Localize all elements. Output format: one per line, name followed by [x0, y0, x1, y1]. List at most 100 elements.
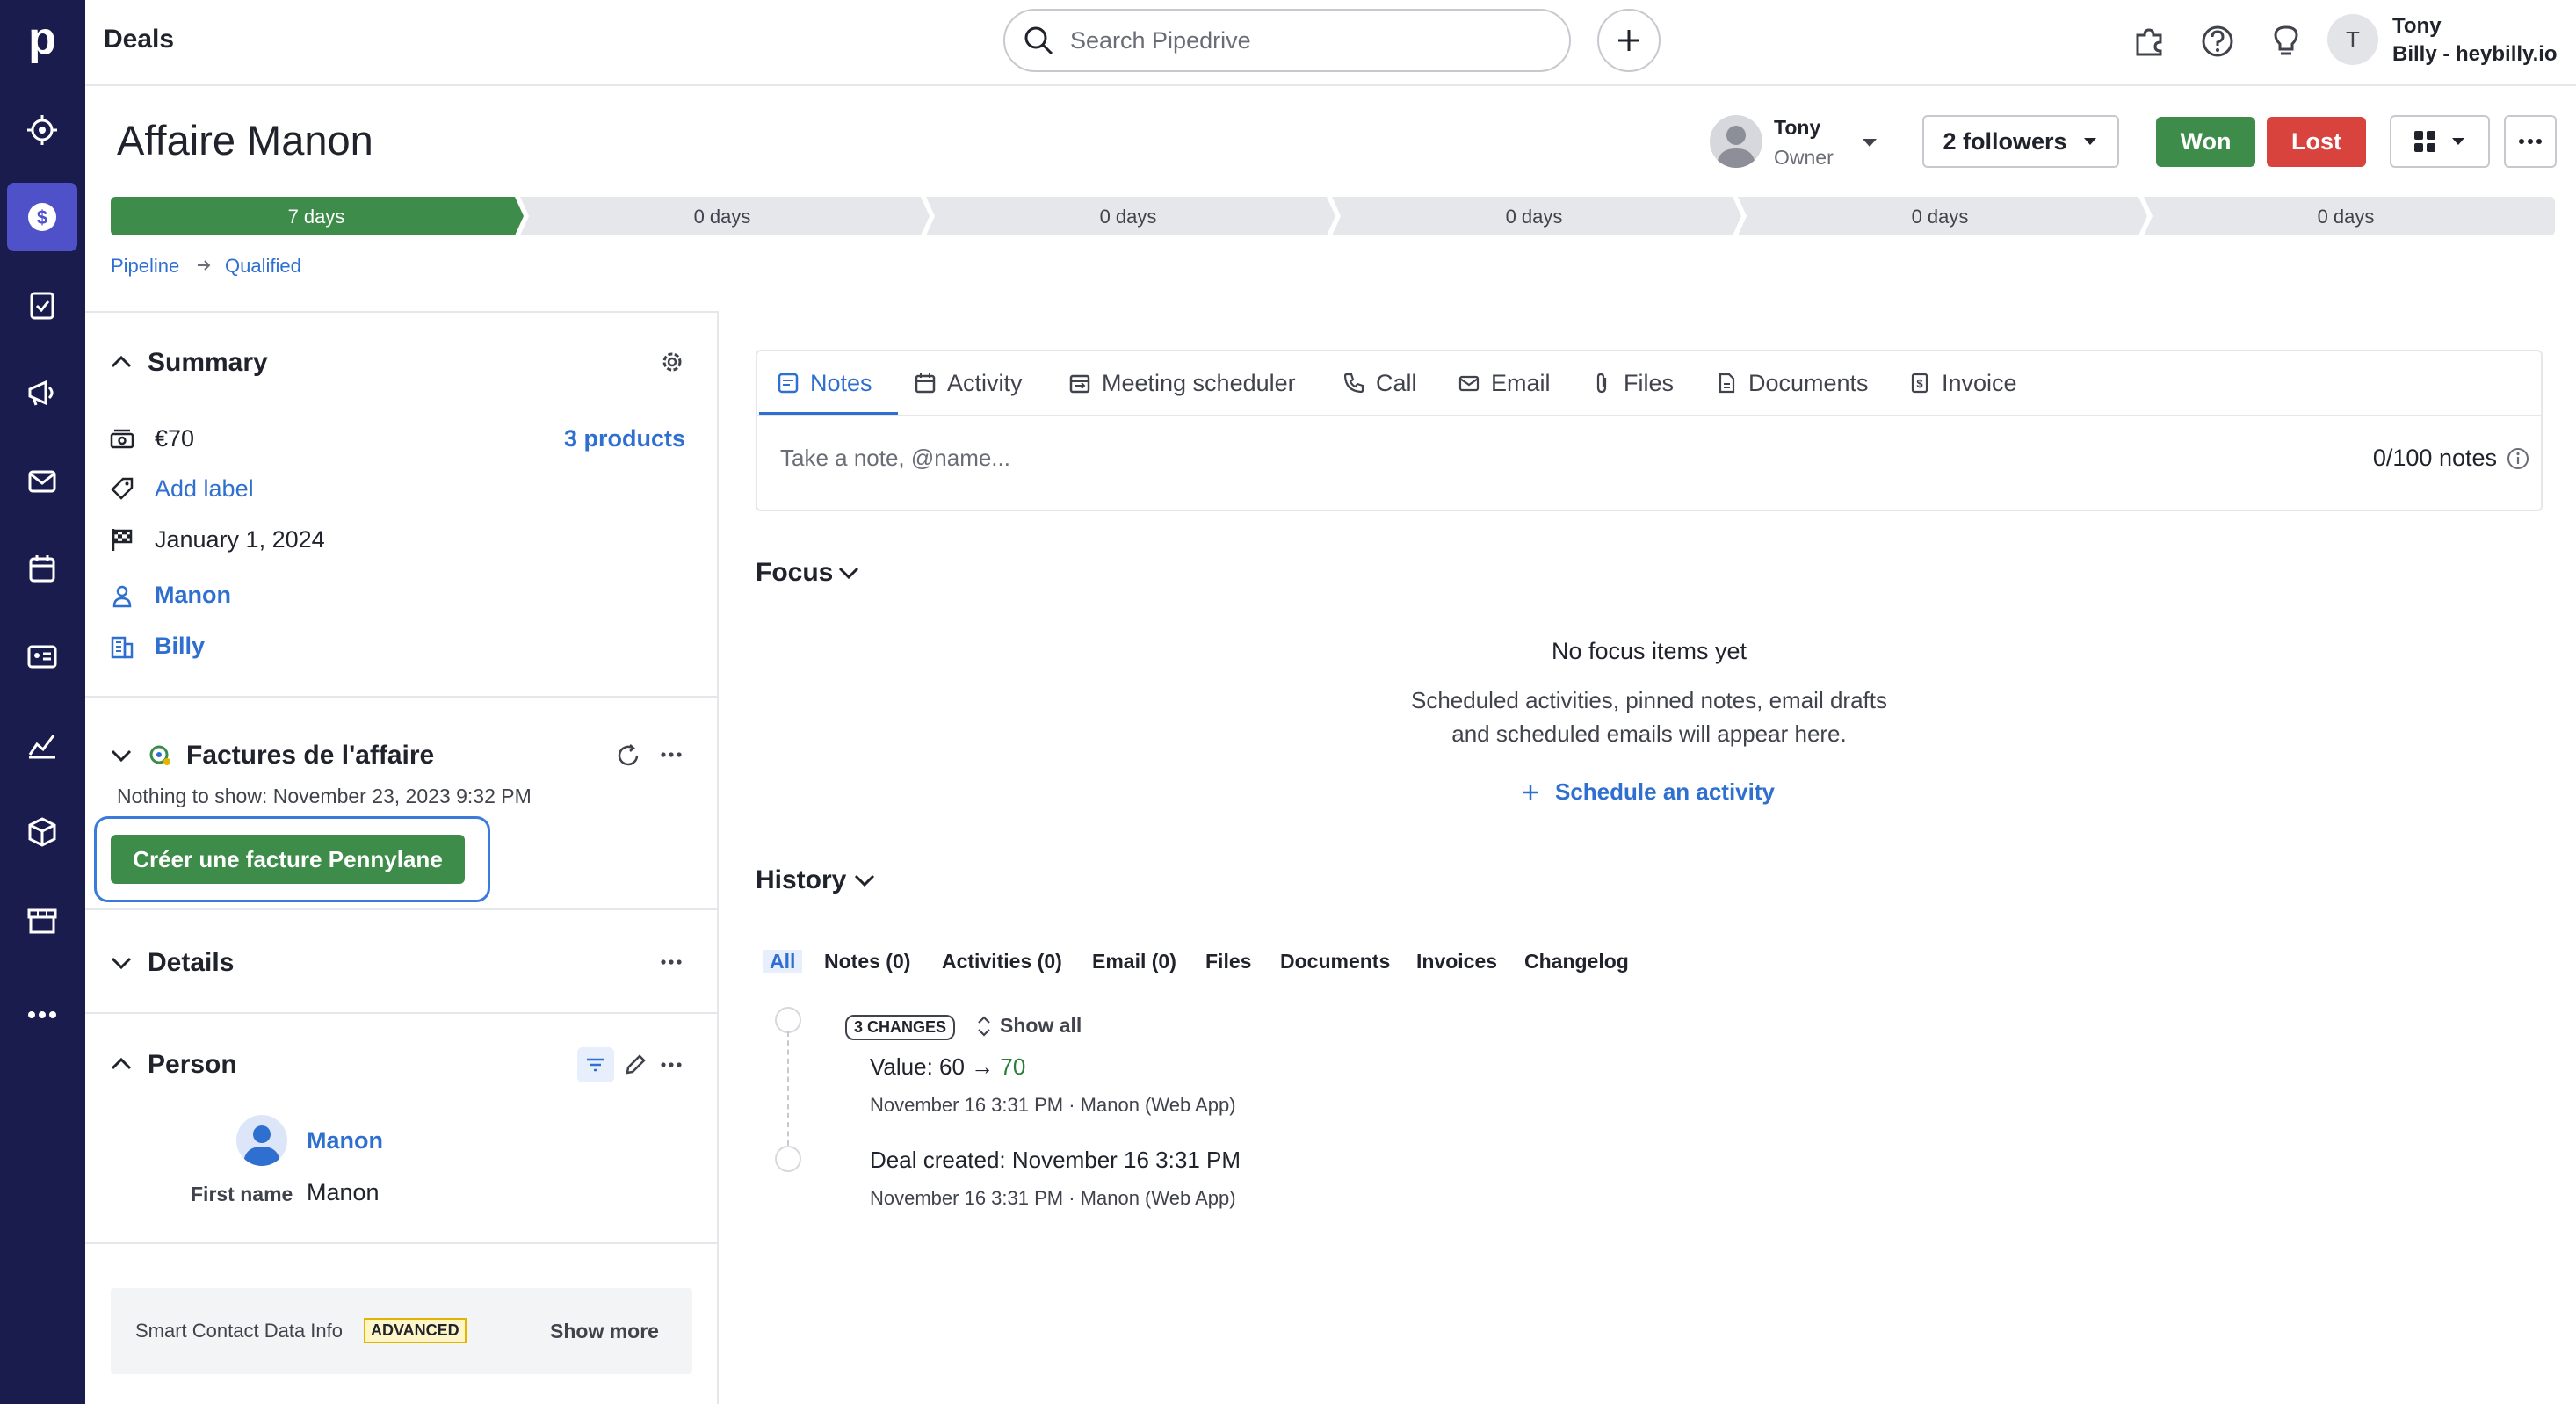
box-icon[interactable] — [7, 798, 77, 866]
more-icon[interactable] — [660, 1060, 683, 1069]
history-tab-notes[interactable]: Notes (0) — [824, 950, 910, 973]
history-tab-documents[interactable]: Documents — [1280, 950, 1390, 973]
history-tab-changelog[interactable]: Changelog — [1524, 950, 1629, 973]
history-tab-files[interactable]: Files — [1205, 950, 1251, 973]
products-link[interactable]: 3 products — [564, 425, 685, 452]
details-title[interactable]: Details — [148, 948, 234, 978]
deal-title[interactable]: Affaire Manon — [117, 116, 373, 164]
lost-button[interactable]: Lost — [2267, 117, 2366, 167]
info-icon[interactable] — [2506, 446, 2530, 471]
gear-icon[interactable] — [660, 350, 684, 374]
lightbulb-icon[interactable] — [2268, 23, 2305, 60]
tab-documents-label: Documents — [1748, 369, 1869, 396]
tab-email[interactable]: Email — [1458, 351, 1551, 415]
arrow-right-icon: → — [964, 1053, 1001, 1080]
person-title[interactable]: Person — [148, 1050, 237, 1080]
chevron-down-icon[interactable] — [836, 562, 861, 583]
dollar-icon[interactable]: $ — [7, 183, 77, 251]
expected-close-date[interactable]: January 1, 2024 — [155, 526, 325, 554]
person-avatar[interactable] — [236, 1115, 287, 1166]
schedule-activity-label: Schedule an activity — [1555, 778, 1775, 805]
more-icon[interactable] — [660, 958, 683, 966]
user-avatar[interactable]: T — [2327, 14, 2378, 65]
filter-icon — [587, 1058, 604, 1072]
contact-card-icon[interactable] — [7, 622, 77, 691]
history-tab-activities[interactable]: Activities (0) — [942, 950, 1062, 973]
arrow-right-icon — [198, 260, 211, 271]
calendar-icon[interactable] — [7, 534, 77, 603]
invoice-icon: $ — [1911, 373, 1928, 394]
help-icon[interactable] — [2199, 23, 2236, 60]
mail-icon[interactable] — [7, 446, 77, 515]
search-box[interactable] — [1003, 9, 1571, 72]
tab-files[interactable]: Files — [1590, 351, 1674, 415]
chevron-down-icon[interactable] — [852, 870, 877, 891]
owner-avatar[interactable] — [1710, 115, 1762, 168]
history-tab-invoices[interactable]: Invoices — [1416, 950, 1497, 973]
clipboard-check-icon[interactable] — [7, 271, 77, 339]
add-button[interactable] — [1597, 9, 1661, 72]
left-navigation-rail: p $ — [0, 0, 85, 1404]
breadcrumb-pipeline[interactable]: Pipeline — [111, 255, 179, 278]
chevron-down-icon[interactable] — [109, 745, 134, 766]
chevron-up-icon[interactable] — [109, 1053, 134, 1075]
show-all-button[interactable]: Show all — [975, 1014, 1082, 1038]
breadcrumb-stage[interactable]: Qualified — [225, 255, 301, 278]
expand-vertical-icon — [978, 1015, 990, 1037]
user-name[interactable]: Tony — [2392, 14, 2442, 39]
create-pennylane-invoice-button[interactable]: Créer une facture Pennylane — [111, 835, 465, 884]
refresh-icon[interactable] — [615, 742, 641, 769]
stage-2-label: 0 days — [693, 206, 751, 228]
megaphone-icon[interactable] — [7, 358, 77, 427]
filter-fields-button[interactable] — [577, 1047, 614, 1082]
tab-notes[interactable]: Notes — [777, 351, 872, 415]
deal-value[interactable]: €70 — [155, 425, 194, 452]
search-icon — [1024, 26, 1053, 55]
tab-call[interactable]: Call — [1342, 351, 1417, 415]
focus-title[interactable]: Focus — [756, 558, 833, 588]
chevron-up-icon[interactable] — [109, 351, 134, 373]
pencil-icon[interactable] — [623, 1053, 648, 1077]
history-tab-all[interactable]: All — [763, 950, 803, 973]
history-title[interactable]: History — [756, 865, 846, 895]
tab-activity[interactable]: Activity — [914, 351, 1023, 415]
tab-documents[interactable]: Documents — [1715, 351, 1869, 415]
followers-button[interactable]: 2 followers — [1922, 115, 2119, 168]
timeline-line — [787, 1031, 789, 1154]
schedule-activity-button[interactable]: Schedule an activity — [1520, 778, 1775, 806]
stage-6-label: 0 days — [2317, 206, 2375, 228]
pipedrive-logo[interactable]: p — [21, 16, 63, 62]
target-icon[interactable] — [7, 96, 77, 164]
chevron-down-icon[interactable] — [109, 952, 134, 973]
summary-title[interactable]: Summary — [148, 348, 268, 378]
summary-person-link[interactable]: Manon — [155, 582, 231, 609]
more-icon — [2519, 139, 2542, 144]
owner-name[interactable]: Tony — [1774, 116, 1820, 140]
user-company[interactable]: Billy - heybilly.io — [2392, 42, 2558, 67]
history-entry-created-meta: November 16 3:31 PM · Manon (Web App) — [870, 1187, 1236, 1209]
first-name-label: First name — [191, 1183, 293, 1205]
followers-label: 2 followers — [1943, 127, 2067, 155]
add-label-link[interactable]: Add label — [155, 475, 254, 503]
puzzle-icon[interactable] — [2131, 23, 2167, 60]
owner-dropdown-icon[interactable] — [1859, 134, 1880, 151]
view-switch-button[interactable] — [2390, 115, 2490, 168]
more-actions-button[interactable] — [2504, 115, 2557, 168]
top-bar: Deals T Tony Billy - heybilly.io — [85, 0, 2576, 86]
tab-invoice[interactable]: $ Invoice — [1908, 351, 2017, 415]
tab-meeting-scheduler[interactable]: Meeting scheduler — [1068, 351, 1296, 415]
store-icon[interactable] — [7, 886, 77, 954]
search-input[interactable] — [1070, 26, 1527, 54]
more-icon[interactable] — [660, 750, 683, 759]
summary-org-link[interactable]: Billy — [155, 633, 205, 660]
factures-title[interactable]: Factures de l'affaire — [186, 741, 434, 771]
history-tab-email[interactable]: Email (0) — [1092, 950, 1176, 973]
show-more-button[interactable]: Show more — [550, 1320, 659, 1343]
divider — [85, 696, 719, 698]
first-name-value[interactable]: Manon — [307, 1179, 380, 1206]
more-icon[interactable] — [7, 981, 77, 1049]
note-input[interactable] — [780, 445, 2098, 472]
won-button[interactable]: Won — [2156, 117, 2255, 167]
chart-icon[interactable] — [7, 710, 77, 778]
person-name-link[interactable]: Manon — [307, 1127, 383, 1154]
